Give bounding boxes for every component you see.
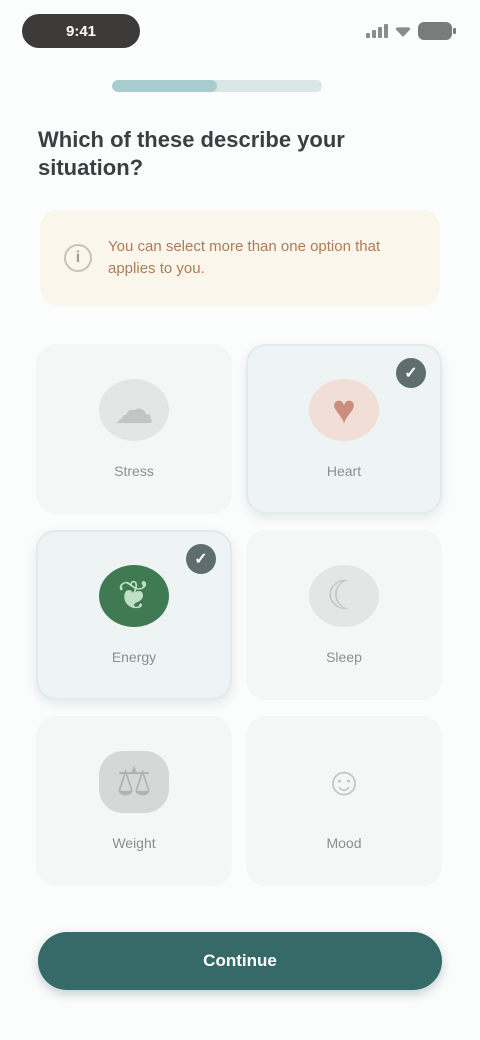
- option-tile-weight[interactable]: ⚖ Weight: [36, 716, 232, 886]
- info-icon: i: [64, 244, 92, 272]
- option-tile-energy[interactable]: ✓ ❦ Energy: [36, 530, 232, 700]
- option-label: Mood: [326, 835, 362, 851]
- onboarding-progress-bar: [112, 80, 322, 92]
- option-label: Energy: [111, 649, 157, 665]
- option-tile-stress[interactable]: ☁ Stress: [36, 344, 232, 514]
- moon-icon: ☾: [309, 565, 379, 627]
- option-label: Heart: [326, 463, 362, 479]
- check-icon: ✓: [396, 358, 426, 388]
- option-label: Stress: [114, 463, 154, 479]
- info-banner-text: You can select more than one option that…: [108, 238, 381, 277]
- continue-button[interactable]: Continue: [38, 932, 442, 990]
- status-bar: 9:41: [0, 0, 480, 64]
- question-heading: Which of these describe your situation?: [38, 127, 345, 180]
- status-icons: [366, 20, 456, 42]
- battery-icon: [418, 22, 456, 40]
- cloud-icon: ☁: [99, 379, 169, 441]
- wifi-icon: [394, 27, 412, 37]
- option-label: Weight: [112, 835, 156, 851]
- status-time: 9:41: [22, 14, 140, 48]
- info-banner: i You can select more than one option th…: [40, 210, 440, 306]
- check-icon: ✓: [186, 544, 216, 574]
- smile-icon: ☺: [323, 759, 365, 804]
- signal-icon: [366, 24, 388, 38]
- option-tile-mood[interactable]: ☺ Mood: [246, 716, 442, 886]
- option-label: Sleep: [326, 649, 362, 665]
- heart-icon: ♥: [309, 379, 379, 441]
- options-grid: ☁ Stress ✓ ♥ Heart ✓ ❦ Energy ☾ Sleep ⚖ …: [36, 344, 446, 886]
- leaf-icon: ❦: [99, 565, 169, 627]
- progress-fill: [112, 80, 217, 92]
- scale-icon: ⚖: [99, 751, 169, 813]
- option-tile-sleep[interactable]: ☾ Sleep: [246, 530, 442, 700]
- option-tile-heart[interactable]: ✓ ♥ Heart: [246, 344, 442, 514]
